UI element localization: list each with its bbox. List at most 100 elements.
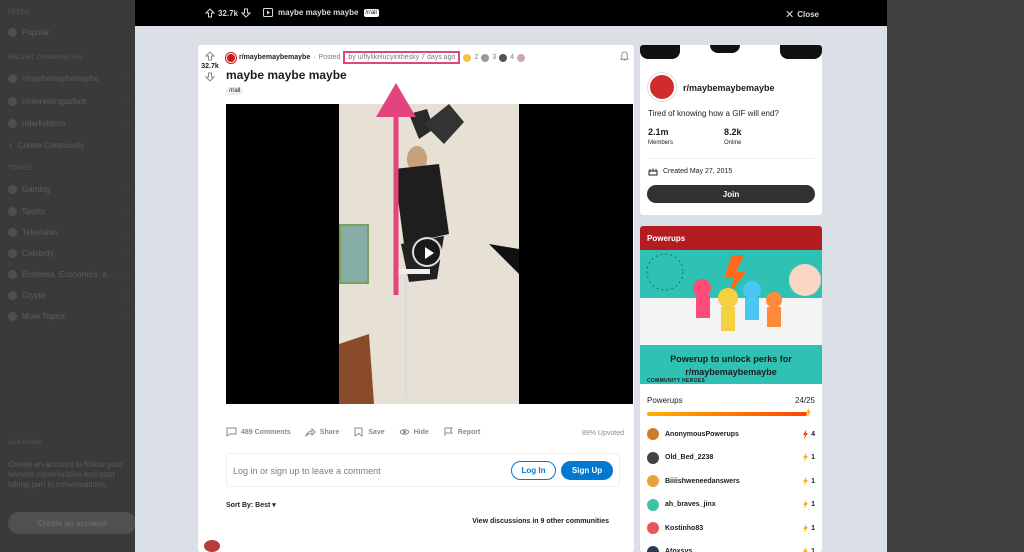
hero-name[interactable]: AnonymousPowerups [665, 431, 739, 438]
star-icon[interactable]: ☆ [125, 74, 131, 82]
subreddit-icon [8, 96, 17, 106]
award-icon[interactable] [481, 53, 490, 62]
comment-prompt-text: Log in or sign up to leave a comment [233, 466, 381, 476]
hide-button[interactable]: Hide [399, 427, 429, 437]
sidebar-item-celebrity[interactable]: Celebrity ⌄ [8, 246, 131, 260]
star-icon[interactable]: ☆ [125, 119, 131, 127]
topbar-flair[interactable]: /r/all [363, 8, 379, 17]
sidebar-item-create-community[interactable]: + Create Community [8, 138, 131, 152]
award-icon[interactable] [463, 53, 472, 62]
downvote-icon[interactable] [241, 8, 252, 18]
play-button[interactable] [412, 237, 442, 267]
powerups-progress-label: Powerups [647, 396, 683, 405]
upvote-icon[interactable] [205, 51, 215, 61]
banner-art [640, 45, 680, 59]
award-count: 2 [474, 54, 479, 61]
join-button[interactable]: Join [647, 185, 815, 203]
topics-heading: TOPICS [8, 166, 33, 172]
login-button[interactable]: Log In [511, 461, 556, 480]
award-icon[interactable] [517, 53, 526, 62]
topbar-vote-count: 32.7k [218, 8, 239, 18]
avatar[interactable] [647, 428, 659, 440]
video-player[interactable] [226, 104, 633, 404]
sidebar-item-sports[interactable]: Sports ⌄ [8, 204, 131, 218]
sidebar-item-business[interactable]: Business, Economics, a... ⌄ [8, 267, 131, 281]
online-label: Online [724, 140, 742, 146]
about-community-widget: r/maybemaybemaybe Tired of knowing how a… [640, 45, 822, 215]
sidebar-item-more-topics[interactable]: More Topics ⌄ [8, 309, 131, 323]
hero-name[interactable]: ah_braves_jinx [665, 501, 716, 508]
comments-button[interactable]: 489 Comments [226, 427, 291, 437]
avatar[interactable] [647, 545, 659, 552]
hero-row[interactable]: Biiiishweneedanswers 1 [647, 474, 815, 488]
save-button[interactable]: Save [353, 427, 385, 437]
sidebar-item-crypto[interactable]: Crypto ⌄ [8, 288, 131, 302]
hero-row[interactable]: Old_Bed_2238 1 [647, 451, 815, 465]
hide-eye-icon [399, 429, 410, 435]
author-link[interactable]: by u/flylikelucyinthesky 7 days ago [348, 54, 455, 61]
avatar[interactable] [647, 522, 659, 534]
community-name[interactable]: r/maybemaybemaybe [683, 83, 775, 93]
members-label: Members [648, 140, 674, 146]
powerups-widget: Powerups Powerup to unlock perks for r/m… [640, 226, 822, 552]
community-banner [640, 45, 822, 63]
post-card: 32.7k r/maybemaybemaybe · Posted by u/fl… [198, 45, 634, 552]
hero-name[interactable]: Biiiishweneedanswers [665, 478, 740, 485]
share-button[interactable]: Share [305, 427, 339, 437]
award-icon[interactable] [499, 53, 508, 62]
sidebar-item-darkvideos[interactable]: r/darkvideos ☆ [8, 116, 131, 130]
recent-heading: RECENT COMMUNITIES [8, 55, 83, 61]
tv-icon [8, 227, 17, 237]
community-icon[interactable] [648, 73, 676, 101]
avatar[interactable] [647, 475, 659, 487]
hero-row[interactable]: Kostinho83 1 [647, 521, 815, 535]
popular-icon [8, 27, 17, 37]
hero-powerup-count: 1 [802, 453, 815, 462]
sidebar-item-interestingasfuck[interactable]: r/interestingasfuck ☆ [8, 94, 131, 108]
downvote-icon[interactable] [205, 72, 215, 82]
avatar[interactable] [647, 498, 659, 511]
dots-icon [8, 311, 17, 321]
bolt-icon [803, 500, 809, 509]
community-heroes-label: COMMUNITY HEROES [647, 378, 706, 384]
bolt-icon [803, 429, 809, 439]
sidebar-item-gaming[interactable]: Gaming ⌄ [8, 182, 131, 196]
avatar[interactable] [647, 451, 659, 464]
view-discussions-link[interactable]: View discussions in 9 other communities [472, 518, 609, 525]
hero-row[interactable]: AnonymousPowerups 4 [647, 427, 815, 441]
gamepad-icon [8, 184, 17, 194]
topbar-post-title: maybe maybe maybe [278, 8, 359, 17]
upvote-icon[interactable] [205, 8, 215, 18]
sidebar-item-television[interactable]: Television ⌄ [8, 225, 131, 239]
hero-row[interactable]: ah_braves_jinx 1 [647, 498, 815, 512]
posted-label: Posted [318, 54, 341, 61]
members-count: 2.1m [648, 127, 669, 137]
topbar-title: maybe maybe maybe /r/all [263, 8, 379, 17]
award-count: 4 [510, 54, 515, 61]
sort-dropdown[interactable]: Sort By: Best ▾ [226, 501, 276, 509]
report-button[interactable]: Report [443, 427, 480, 437]
hero-row[interactable]: Atoxsys 1 [647, 545, 815, 552]
hero-name[interactable]: Atoxsys [665, 548, 692, 552]
avatar[interactable] [204, 540, 220, 552]
bolt-icon [803, 453, 809, 462]
post-flair[interactable]: /r/all [226, 87, 244, 95]
signup-button[interactable]: Sign Up [561, 461, 613, 480]
hero-name[interactable]: Kostinho83 [665, 525, 703, 532]
topbar-votes: 32.7k [205, 8, 252, 18]
powerups-banner-text: Powerup to unlock perks for r/maybemaybe… [670, 354, 792, 377]
subreddit-avatar-icon[interactable] [226, 52, 236, 63]
backdrop-right[interactable] [887, 0, 1024, 552]
subreddit-link[interactable]: r/maybemaybemaybe [239, 54, 310, 61]
bookmark-icon [354, 427, 363, 437]
hero-name[interactable]: Old_Bed_2238 [665, 454, 713, 461]
sidebar-item-popular[interactable]: Popular [8, 25, 131, 39]
bell-icon[interactable] [619, 51, 630, 62]
powerups-progress-bar [647, 412, 807, 416]
sidebar-item-maybemaybemaybe[interactable]: r/maybemaybemaybe ☆ [8, 71, 131, 85]
star-icon[interactable]: ☆ [125, 97, 131, 105]
chart-icon [8, 269, 17, 279]
close-button[interactable]: ✕ Close [785, 8, 819, 21]
create-account-button[interactable]: Create an account [8, 512, 135, 534]
powerups-illustration [640, 250, 822, 345]
